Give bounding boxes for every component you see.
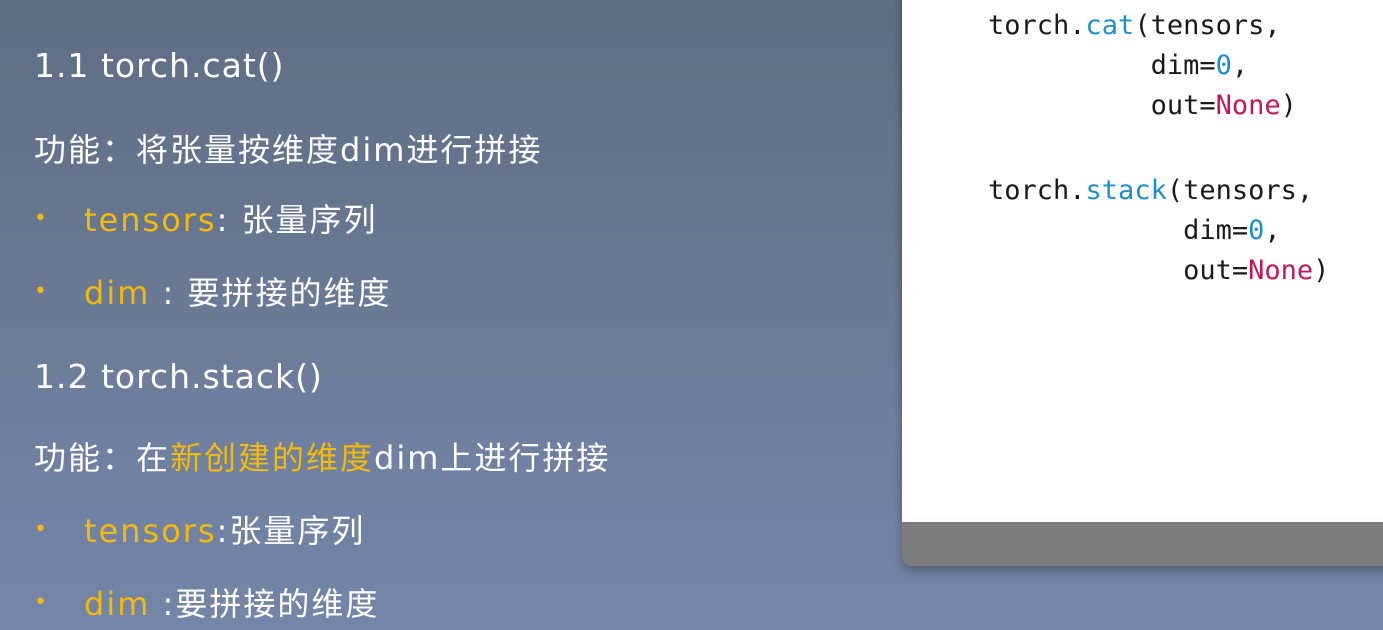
section2-func-prefix: 功能：在 [34,439,171,477]
code-function-name: stack [1085,175,1167,206]
bullet-description: 要拼接的维度 [187,274,392,312]
code-param-dim-value: 0 [1215,50,1232,81]
bullet-description: 要拼接的维度 [175,585,380,623]
bullet-description: 张量序列 [241,201,378,239]
code-args-open: (tensors, [1166,175,1314,206]
bullet-dot-icon: • [34,517,49,542]
code-prefix: torch. [988,175,1086,206]
bullet-dot-icon: • [34,206,49,231]
section2-function-description: 功能：在新创建的维度dim上进行拼接 [34,438,610,478]
code-param-out: out= [1183,255,1249,286]
bullet-separator: : [150,274,188,312]
bullet-separator: : [216,512,230,550]
bullet-separator: : [150,585,176,623]
code-close-paren: ) [1280,90,1297,121]
code-comma: , [1264,215,1281,246]
code-param-out-value: None [1215,90,1281,121]
section1-function-description: 功能：将张量按维度dim进行拼接 [34,131,543,169]
section1-bullet-tensors: • tensors: 张量序列 [34,200,378,242]
code-comma: , [1231,50,1249,81]
section2-title: 1.2 torch.stack() [34,357,323,396]
bullet-separator: : [216,201,242,239]
left-text-column: 1.1 torch.cat() 功能：将张量按维度dim进行拼接 • tensor… [34,0,874,630]
code-prefix: torch. [988,10,1086,41]
section2-bullet-dim: • dim :要拼接的维度 [34,584,379,626]
code-torch-stack: torch.stack(tensors, dim=0, out=None) [988,171,1329,291]
code-param-dim: dim= [1183,215,1249,246]
slide: 1.1 torch.cat() 功能：将张量按维度dim进行拼接 • tensor… [0,0,1383,630]
code-param-dim-value: 0 [1248,215,1265,246]
bullet-term: dim [84,274,151,312]
bullet-term: tensors [84,512,217,550]
code-torch-cat: torch.cat(tensors, dim=0, out=None) [988,6,1297,126]
bullet-term: dim [84,585,151,623]
bullet-dot-icon: • [34,279,49,304]
code-param-out: out= [1150,90,1216,121]
section1-bullet-dim: • dim : 要拼接的维度 [34,273,392,315]
bullet-dot-icon: • [34,590,49,615]
code-param-dim: dim= [1150,50,1216,81]
section1-title: 1.1 torch.cat() [34,46,285,85]
code-panel-footer [902,522,1383,566]
code-function-name: cat [1085,10,1135,41]
section2-func-highlight: 新创建的维度 [170,439,375,477]
bullet-description: 张量序列 [229,512,366,550]
code-close-paren: ) [1313,255,1330,286]
bullet-term: tensors [84,201,217,239]
code-param-out-value: None [1248,255,1314,286]
code-args-open: (tensors, [1134,10,1281,41]
section2-bullet-tensors: • tensors:张量序列 [34,511,365,553]
section2-func-suffix: dim上进行拼接 [374,439,611,477]
